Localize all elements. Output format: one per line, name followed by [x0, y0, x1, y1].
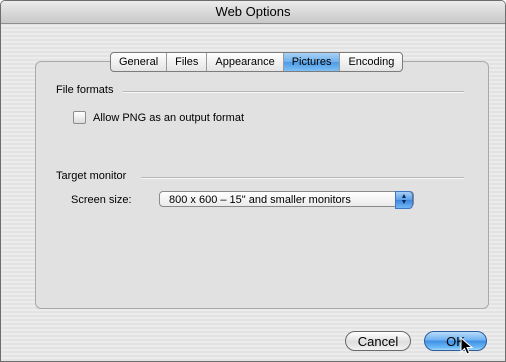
tab-pictures[interactable]: Pictures [283, 53, 341, 71]
tab-appearance[interactable]: Appearance [207, 53, 284, 71]
allow-png-label: Allow PNG as an output format [93, 111, 245, 124]
web-options-dialog: Web Options General Files Appearance Pic… [0, 0, 506, 362]
mouse-pointer-icon [460, 337, 474, 355]
allow-png-option[interactable]: Allow PNG as an output format [73, 111, 244, 124]
target-monitor-heading: Target monitor [56, 170, 131, 182]
ok-button[interactable]: OK [424, 331, 487, 351]
allow-png-checkbox[interactable] [73, 111, 86, 124]
tab-files[interactable]: Files [167, 53, 208, 71]
file-formats-heading: File formats [56, 84, 118, 96]
screen-size-label: Screen size: [71, 194, 132, 206]
file-formats-separator [123, 91, 464, 93]
window-title: Web Options [1, 1, 505, 24]
target-monitor-separator [141, 177, 464, 179]
tab-encoding[interactable]: Encoding [340, 53, 402, 71]
screen-size-value: 800 x 600 – 15" and smaller monitors [169, 194, 351, 206]
screen-size-popup[interactable]: 800 x 600 – 15" and smaller monitors ▲ ▼ [159, 191, 414, 209]
tab-content-panel [35, 61, 489, 309]
tab-bar: General Files Appearance Pictures Encodi… [110, 52, 404, 72]
cancel-button[interactable]: Cancel [345, 331, 411, 351]
up-down-arrows-icon[interactable]: ▲ ▼ [395, 191, 413, 209]
tab-general[interactable]: General [111, 53, 168, 71]
